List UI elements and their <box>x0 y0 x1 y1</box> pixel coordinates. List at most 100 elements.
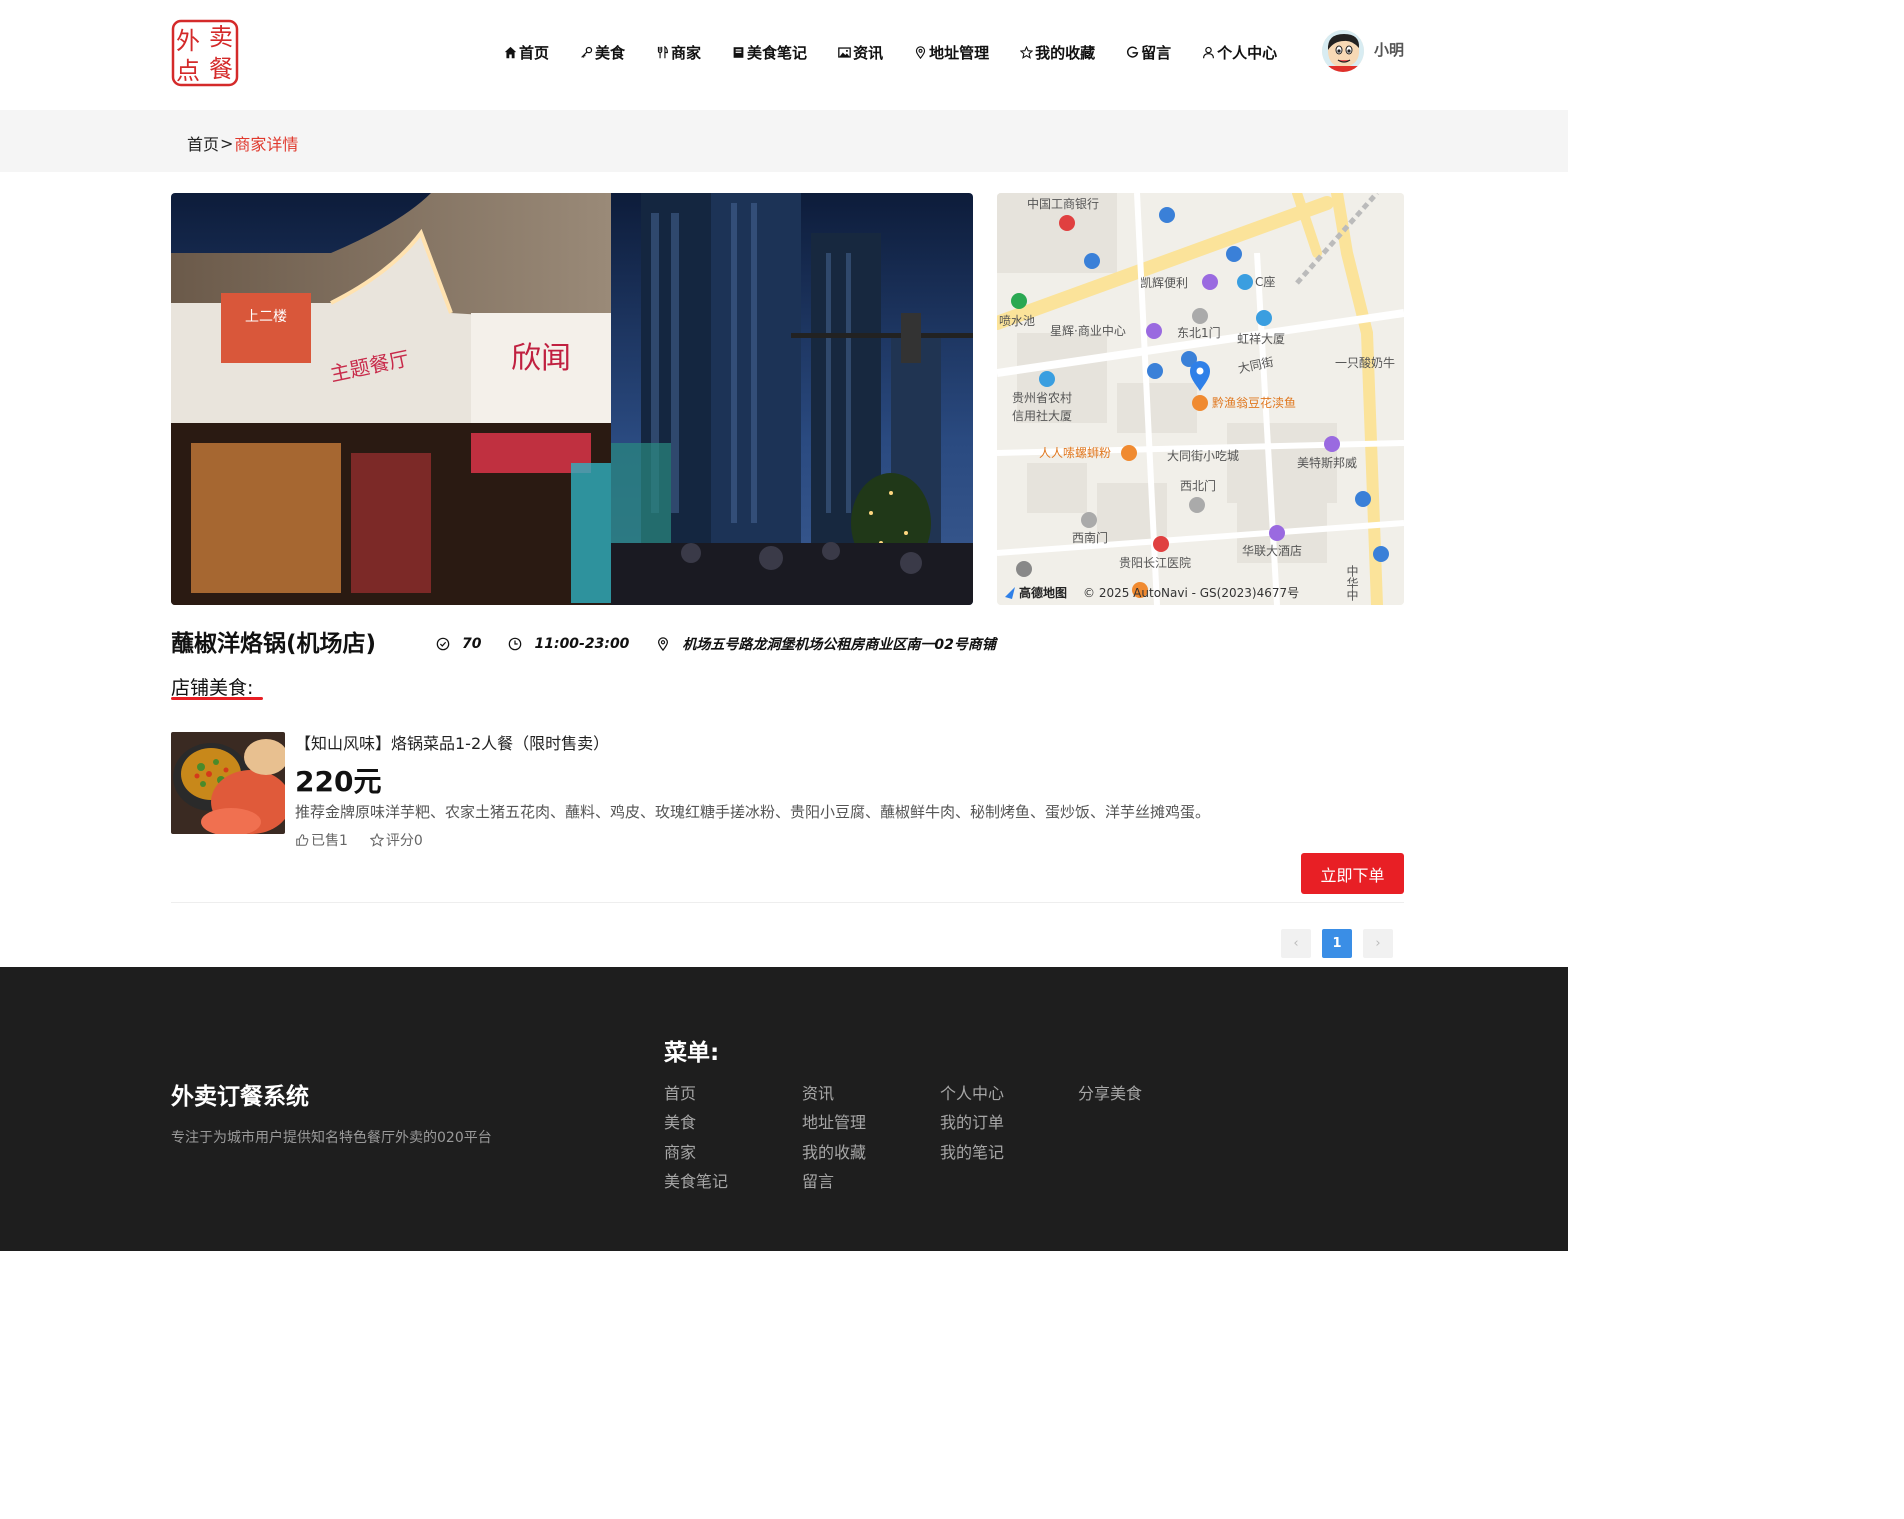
header: 外 卖 点 餐 首页 美食 商家 美食笔记 资讯 地址管理 我的收藏 留言 个人… <box>0 0 1568 110</box>
store-rating: 70 <box>436 636 481 652</box>
footer-link[interactable]: 商家 <box>664 1139 728 1168</box>
food-image[interactable] <box>171 732 285 834</box>
nav-label: 首页 <box>519 43 550 62</box>
map-label: 星辉·商业中心 <box>1050 323 1126 338</box>
clock-icon <box>509 637 522 651</box>
footer-menu-column: 分享美食 <box>1078 1080 1142 1109</box>
nav-item-home[interactable]: 首页 <box>504 42 549 63</box>
store-location-map[interactable]: 中国工商银行 凯辉便利 C座 喷水池 星辉·商业中心 东北1门 虹祥大厦 大同街… <box>997 193 1404 605</box>
footer-link[interactable]: 分享美食 <box>1078 1080 1142 1109</box>
food-sold: 已售1 <box>295 830 348 850</box>
map-label: 贵阳长江医院 <box>1119 556 1191 570</box>
breadcrumb-bar: 首页 > 商家详情 <box>0 110 1568 172</box>
nav-item-message[interactable]: 留言 <box>1126 42 1171 63</box>
book-icon <box>733 46 744 58</box>
food-sold-value: 已售1 <box>311 833 348 849</box>
logo-char-2: 卖 <box>209 23 233 51</box>
breadcrumb-home[interactable]: 首页 <box>187 131 219 155</box>
fork-knife-icon <box>657 45 668 58</box>
footer-description: 专注于为城市用户提供知名特色餐厅外卖的020平台 <box>171 1130 492 1146</box>
breadcrumb-separator: > <box>220 133 234 153</box>
map-label: 美特斯邦威 <box>1297 455 1357 470</box>
nav-label: 我的收藏 <box>1035 43 1096 62</box>
footer-menu-column: 资讯 地址管理 我的收藏 留言 <box>802 1080 866 1197</box>
order-now-button[interactable]: 立即下单 <box>1301 853 1404 894</box>
key-icon <box>581 46 593 58</box>
check-circle-icon <box>436 637 450 651</box>
footer-link[interactable]: 留言 <box>802 1168 866 1197</box>
footer-link[interactable]: 个人中心 <box>940 1080 1004 1109</box>
pagination-prev[interactable]: ‹ <box>1281 929 1311 958</box>
star-icon <box>1020 45 1034 59</box>
pagination-next[interactable]: › <box>1363 929 1393 958</box>
map-label: 华联大酒店 <box>1242 544 1302 558</box>
username[interactable]: 小明 <box>1374 39 1404 60</box>
nav-item-merchant[interactable]: 商家 <box>656 42 701 63</box>
breadcrumb-current: 商家详情 <box>234 135 299 154</box>
nav-item-notes[interactable]: 美食笔记 <box>732 42 807 63</box>
avatar[interactable] <box>1322 30 1364 72</box>
divider <box>171 902 1404 903</box>
footer-link[interactable]: 我的订单 <box>940 1109 1004 1138</box>
map-label: 人人嗦螺蛳粉 <box>1039 446 1111 460</box>
site-logo[interactable]: 外 卖 点 餐 <box>171 19 239 87</box>
food-score-value: 评分0 <box>385 833 423 849</box>
nav-item-food[interactable]: 美食 <box>580 42 625 63</box>
map-label: 西北门 <box>1180 478 1216 493</box>
star-icon <box>369 833 384 847</box>
map-brand: 高德地图 <box>1019 585 1067 600</box>
map-label: 中国工商银行 <box>1027 196 1099 211</box>
svg-text:上二楼: 上二楼 <box>245 309 287 325</box>
store-name: 蘸椒洋烙锅(机场店) <box>171 631 377 657</box>
footer-link[interactable]: 美食 <box>664 1109 728 1138</box>
footer-link[interactable]: 资讯 <box>802 1080 866 1109</box>
user-icon <box>1203 46 1215 58</box>
logo-char-4: 餐 <box>209 55 233 83</box>
nav-label: 美食 <box>595 43 626 62</box>
svg-text:欣闻: 欣闻 <box>511 341 571 376</box>
footer-title: 外卖订餐系统 <box>171 1084 309 1110</box>
store-rating-value: 70 <box>462 636 482 652</box>
footer-menu-column: 个人中心 我的订单 我的笔记 <box>940 1080 1004 1168</box>
location-pin-icon <box>915 45 926 59</box>
footer-menu-column: 首页 美食 商家 美食笔记 <box>664 1080 728 1197</box>
map-label: 喷水池 <box>999 314 1035 328</box>
map-label: 东北1门 <box>1177 325 1221 340</box>
nav-item-address[interactable]: 地址管理 <box>914 42 989 63</box>
map-label: 信用社大厦 <box>1012 408 1072 423</box>
nav-item-profile[interactable]: 个人中心 <box>1202 42 1277 63</box>
map-label: 虹祥大厦 <box>1237 332 1285 346</box>
logo-char-3: 点 <box>176 57 200 85</box>
food-score: 评分0 <box>369 830 423 850</box>
nav-label: 资讯 <box>853 43 884 62</box>
map-label: 贵州省农村 <box>1012 391 1072 405</box>
food-stats: 已售1 评分0 <box>295 830 445 850</box>
map-label: 大同街小吃城 <box>1167 449 1239 463</box>
footer-link[interactable]: 美食笔记 <box>664 1168 728 1197</box>
home-icon <box>504 46 517 58</box>
food-description: 推荐金牌原味洋芋粑、农家土猪五花肉、蘸料、鸡皮、玫瑰红糖手搓冰粉、贵阳小豆腐、蘸… <box>295 803 1211 821</box>
pagination-page-1[interactable]: 1 <box>1322 929 1352 958</box>
footer-link[interactable]: 我的笔记 <box>940 1139 1004 1168</box>
map-copyright: © 2025 AutoNavi - GS(2023)4677号 <box>1083 586 1299 600</box>
user-menu[interactable]: 小明 <box>1322 30 1404 72</box>
map-label: C座 <box>1255 274 1275 289</box>
map-label: 西南门 <box>1072 530 1108 545</box>
footer-link[interactable]: 地址管理 <box>802 1109 866 1138</box>
store-meta: 70 11:00-23:00 机场五号路龙洞堡机场公租房商业区南一02号商铺 <box>436 634 1023 654</box>
footer-link[interactable]: 首页 <box>664 1080 728 1109</box>
food-name[interactable]: 【知山风味】烙锅菜品1-2人餐（限时售卖） <box>295 730 609 754</box>
image-icon <box>838 46 851 58</box>
thumbs-up-icon <box>296 834 309 846</box>
section-underline <box>171 697 263 700</box>
nav-item-news[interactable]: 资讯 <box>838 42 883 63</box>
section-title: 店铺美食: <box>171 677 254 699</box>
store-hours: 11:00-23:00 <box>508 636 629 652</box>
footer-link[interactable]: 我的收藏 <box>802 1139 866 1168</box>
breadcrumb: 首页 > 商家详情 <box>187 131 298 155</box>
nav-item-favorites[interactable]: 我的收藏 <box>1020 42 1095 63</box>
map-label: 一只酸奶牛 <box>1335 355 1395 370</box>
store-photo: 上二楼 欣闻 主题餐厅 <box>171 193 973 605</box>
store-address: 机场五号路龙洞堡机场公租房商业区南一02号商铺 <box>656 634 996 654</box>
nav-label: 地址管理 <box>929 43 990 62</box>
